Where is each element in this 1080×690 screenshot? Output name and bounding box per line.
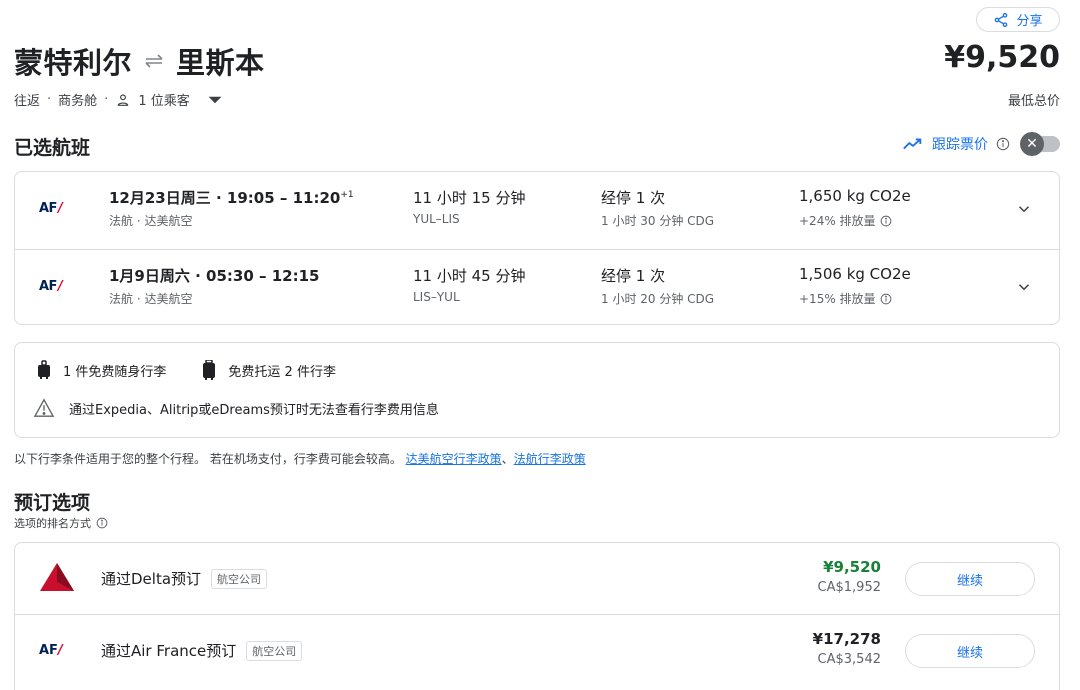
meta-separator: · (104, 92, 109, 107)
booking-option-delta: 通过Delta预订 航空公司 ¥9,520 CA$1,952 继续 (15, 543, 1059, 614)
air-france-logo: AF / (39, 643, 63, 658)
info-icon[interactable] (880, 293, 892, 305)
passenger-selector[interactable]: 1 位乘客 (115, 90, 222, 109)
flight-route: YUL–LIS (413, 212, 460, 226)
trending-up-icon (903, 138, 922, 150)
checked-bag-label: 免费托运 2 件行李 (228, 364, 336, 380)
delta-baggage-policy-link[interactable]: 达美航空行李政策 (406, 452, 502, 466)
passenger-count: 1 位乘客 (138, 94, 190, 109)
chevron-down-icon[interactable] (1015, 200, 1033, 218)
flight-row-return[interactable]: AF/ 1月9日周六 · 05:30 – 12:15 法航 · 达美航空 11 … (15, 249, 1059, 326)
air-france-logo: AF / (39, 279, 63, 294)
carry-on-item: 1 件免费随身行李 (37, 360, 166, 380)
origin-city: 蒙特利尔 (14, 46, 133, 80)
flight-stops: 经停 1 次 (601, 267, 666, 285)
cabin-class: 商务舱 (58, 94, 98, 109)
person-icon (118, 93, 129, 106)
af-baggage-policy-link[interactable]: 法航行李政策 (514, 452, 586, 466)
booking-option-price: ¥17,278 (812, 630, 881, 648)
flight-stops: 经停 1 次 (601, 189, 666, 207)
track-prices-toggle[interactable]: ✕ (1020, 132, 1060, 156)
flight-row-outbound[interactable]: AF/ 12月23日周三 · 19:05 – 11:20+1 法航 · 达美航空… (15, 172, 1059, 249)
flight-airline: 法航 · 达美航空 (109, 214, 193, 228)
flight-duration: 11 小时 15 分钟 (413, 189, 526, 207)
baggage-warning-text: 通过Expedia、Alitrip或eDreams预订时无法查看行李费用信息 (69, 402, 439, 418)
share-icon (995, 12, 1008, 27)
flight-airline: 法航 · 达美航空 (109, 292, 193, 306)
share-button[interactable]: 分享 (976, 7, 1060, 32)
booking-option-price: ¥9,520 (823, 558, 881, 576)
airline-tag: 航空公司 (246, 640, 303, 661)
flight-duration: 11 小时 45 分钟 (413, 267, 526, 285)
carry-on-label: 1 件免费随身行李 (63, 364, 167, 380)
toggle-off-icon: ✕ (1020, 132, 1044, 156)
checked-bag-item: 免费托运 2 件行李 (202, 360, 336, 380)
booking-option-air-france: AF / 通过Air France预订 航空公司 ¥17,278 CA$3,542… (15, 614, 1059, 685)
lowest-total-price: ¥9,520 (944, 40, 1060, 75)
flight-layover: 1 小时 30 分钟 CDG (601, 214, 715, 228)
continue-button[interactable]: 继续 (905, 634, 1035, 668)
flight-co2: 1,650 kg CO2e (799, 187, 911, 205)
flight-datetime: 1月9日周六 · 05:30 – 12:15 (109, 267, 320, 285)
flight-route: LIS–YUL (413, 290, 460, 304)
air-france-logo: AF / (39, 201, 63, 216)
airline-tag: 航空公司 (211, 568, 268, 589)
booking-option-cad-price: CA$1,952 (817, 580, 881, 595)
lowest-total-label: 最低总价 (1007, 94, 1060, 109)
info-icon[interactable] (996, 137, 1010, 151)
checked-bag-icon (203, 360, 216, 380)
booking-option-name: 通过Air France预订 航空公司 (101, 640, 303, 661)
carry-on-bag-icon (38, 360, 50, 379)
flight-emissions: +15% 排放量 (799, 290, 892, 307)
destination-city: 里斯本 (176, 46, 265, 80)
info-icon[interactable] (96, 517, 108, 529)
baggage-card: 1 件免费随身行李 免费托运 2 件行李 通过Expedia、Alitrip或e… (14, 342, 1060, 438)
delta-logo (40, 563, 74, 591)
baggage-warning: 通过Expedia、Alitrip或eDreams预订时无法查看行李费用信息 (33, 398, 439, 418)
meta-separator: · (47, 92, 52, 107)
selected-flights-title: 已选航班 (14, 137, 91, 159)
flight-co2: 1,506 kg CO2e (799, 265, 911, 283)
booking-option-name: 通过Delta预订 航空公司 (101, 568, 268, 589)
plus-days: +1 (340, 190, 354, 200)
share-label: 分享 (1016, 14, 1043, 29)
flight-datetime: 12月23日周三 · 19:05 – 11:20+1 (109, 189, 354, 207)
baggage-policy-note: 以下行李条件适用于您的整个行程。 若在机场支付，行李费可能会较高。 达美航空行李… (14, 452, 586, 466)
chevron-down-icon[interactable] (1015, 278, 1033, 296)
swap-arrows-icon (145, 54, 163, 68)
booking-options-card: 通过Delta预订 航空公司 ¥9,520 CA$1,952 继续 AF / 通过… (14, 542, 1060, 690)
track-prices: 跟踪票价 ✕ (902, 132, 1060, 156)
booking-option-cad-price: CA$3,542 (817, 652, 881, 667)
selected-flights-card: AF/ 12月23日周三 · 19:05 – 11:20+1 法航 · 达美航空… (14, 171, 1060, 325)
baggage-allowance: 1 件免费随身行李 免费托运 2 件行李 (37, 360, 372, 380)
trip-type: 往返 (14, 94, 41, 109)
track-prices-label[interactable]: 跟踪票价 (932, 134, 988, 154)
continue-button[interactable]: 继续 (905, 562, 1035, 596)
flight-layover: 1 小时 20 分钟 CDG (601, 292, 715, 306)
info-icon[interactable] (880, 215, 892, 227)
flight-emissions: +24% 排放量 (799, 212, 892, 229)
route-title: 蒙特利尔 里斯本 (14, 40, 265, 82)
caret-down-icon (208, 96, 222, 103)
booking-options-title: 预订选项 (14, 492, 91, 514)
ranking-note: 选项的排名方式 (14, 515, 108, 531)
warning-icon (33, 398, 55, 417)
trip-summary: 往返 · 商务舱 · 1 位乘客 (14, 90, 223, 109)
